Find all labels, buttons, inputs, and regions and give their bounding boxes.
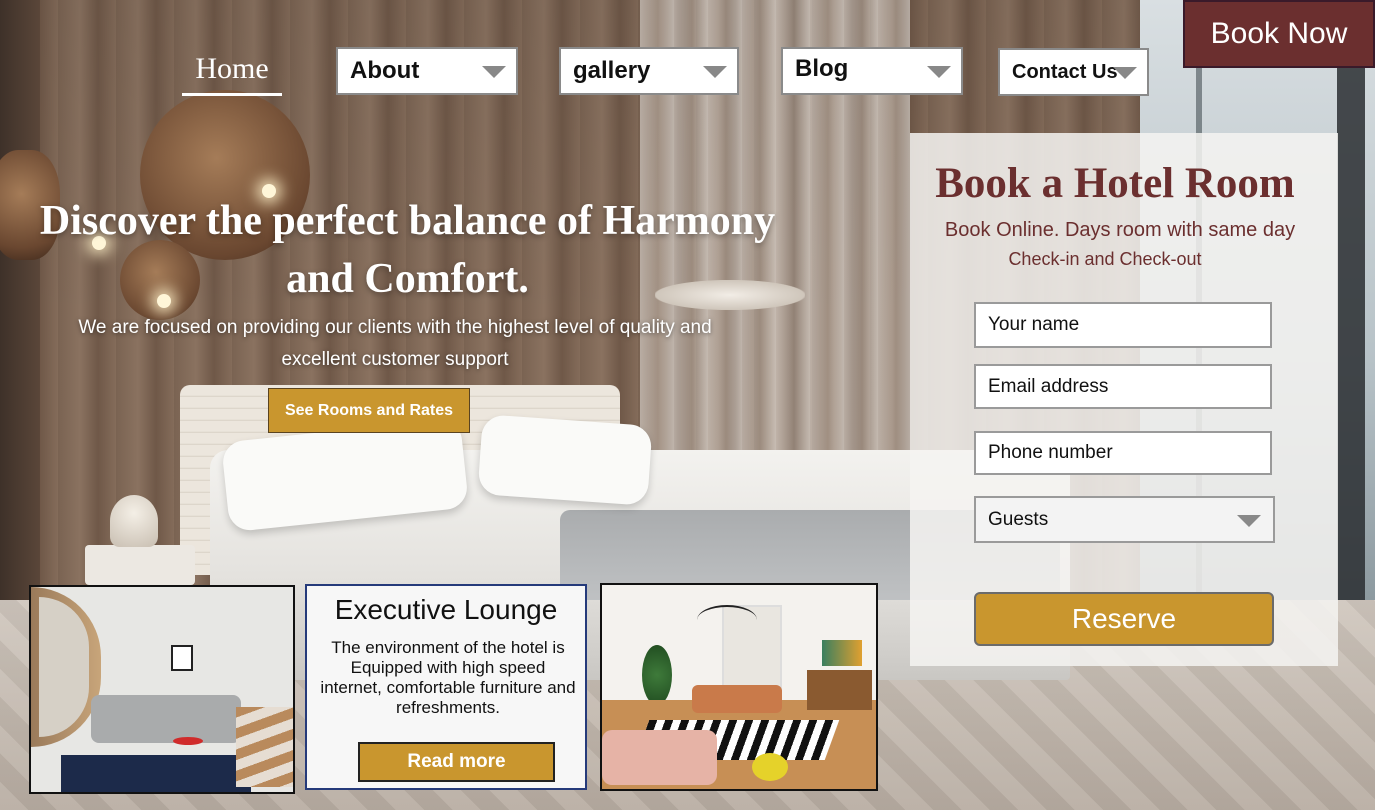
bedside-lamp (110, 495, 158, 547)
caret-down-icon (1237, 515, 1261, 527)
booking-title: Book a Hotel Room (935, 160, 1295, 207)
plant (642, 645, 672, 705)
caret-down-icon (703, 66, 727, 78)
phone-input[interactable] (974, 431, 1272, 475)
nav-gallery-label: gallery (573, 57, 651, 84)
lounge-title: Executive Lounge (334, 594, 558, 625)
lounge-photo-card (600, 583, 878, 791)
caret-down-icon (927, 66, 951, 78)
caret-down-icon (482, 66, 506, 78)
nav-blog-dropdown[interactable]: Blog (781, 47, 963, 95)
reserve-button[interactable]: Reserve (974, 592, 1274, 646)
lounge-description: The environment of the hotel is Equipped… (320, 638, 576, 717)
stairs (236, 707, 293, 787)
hero-subtitle: We are focused on providing our clients … (78, 317, 712, 370)
nav-about-dropdown[interactable]: About (336, 47, 518, 95)
nav-gallery-dropdown[interactable]: gallery (559, 47, 739, 95)
nav-home-link[interactable]: Home (182, 50, 282, 96)
guests-label: Guests (988, 508, 1049, 530)
booking-panel: Book a Hotel Room Book Online. Days room… (910, 133, 1338, 666)
caret-down-icon (1113, 67, 1137, 79)
nav-contact-label: Contact Us (1012, 60, 1118, 83)
executive-lounge-card: Executive Lounge The environment of the … (305, 584, 587, 790)
window-frame (1337, 0, 1365, 600)
email-input[interactable] (974, 364, 1272, 409)
cabinet (807, 670, 872, 710)
pink-sofa (602, 730, 717, 785)
booking-subtitle: Book Online. Days room with same day (944, 219, 1296, 241)
read-more-button[interactable]: Read more (358, 742, 555, 782)
nav-contact-dropdown[interactable]: Contact Us (998, 48, 1149, 96)
book-now-button[interactable]: Book Now (1183, 0, 1375, 68)
see-rooms-button[interactable]: See Rooms and Rates (268, 388, 470, 433)
nav-blog-label: Blog (795, 55, 849, 82)
nightstand (85, 545, 195, 585)
room-photo-card (29, 585, 295, 794)
nav-about-label: About (350, 57, 420, 84)
pillow (477, 414, 653, 506)
yellow-pouf (752, 753, 788, 781)
hero-title: Discover the perfect balance of Harmony … (39, 198, 776, 302)
guests-select[interactable]: Guests (974, 496, 1275, 543)
side-table (173, 737, 203, 745)
sofa (91, 695, 241, 743)
wall-picture (171, 645, 193, 671)
name-input[interactable] (974, 302, 1272, 348)
rug (61, 755, 251, 792)
chandelier (697, 605, 757, 635)
booking-subtitle-2: Check-in and Check-out (1008, 249, 1202, 269)
wall-art (822, 640, 862, 666)
sofa (692, 685, 782, 713)
